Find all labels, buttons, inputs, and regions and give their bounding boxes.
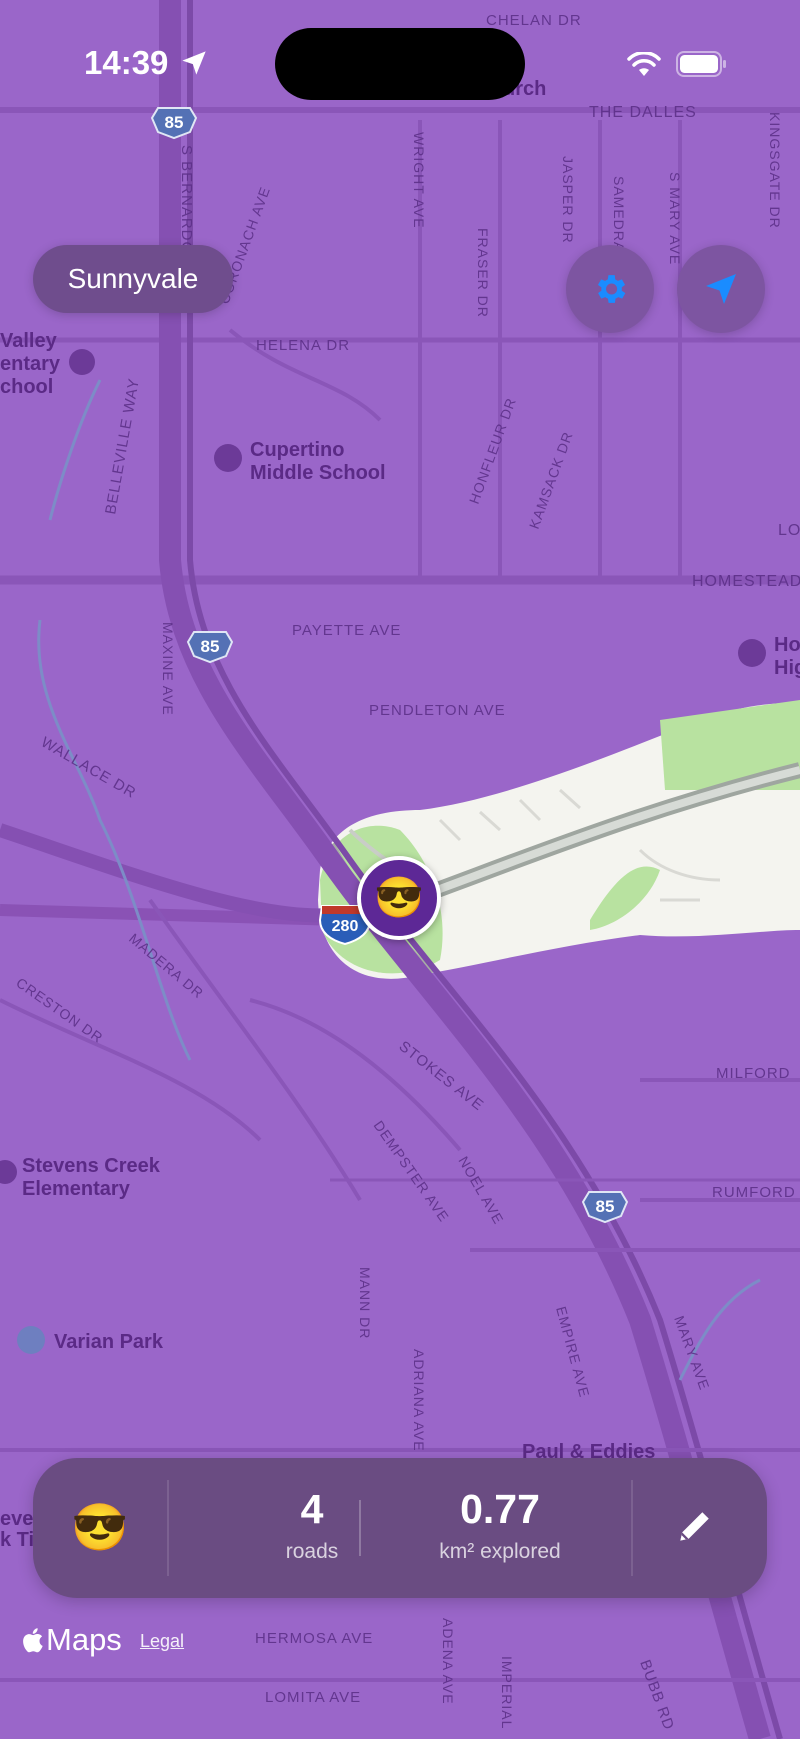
dynamic-island [275,28,525,100]
battery-icon [676,51,726,77]
svg-text:85: 85 [201,637,220,656]
status-time: 14:39 [84,44,169,81]
svg-text:85: 85 [596,1197,615,1216]
street-label: IMPERIAL [499,1656,515,1729]
street-label: THE DALLES [589,104,697,121]
location-arrow-icon [706,274,736,304]
divider [167,1480,169,1576]
location-arrow-icon [182,51,206,75]
street-label: WRIGHT AVE [411,132,427,229]
recenter-button[interactable] [677,245,765,333]
street-label: MANN DR [357,1267,373,1339]
street-label: PAYETTE AVE [292,622,401,639]
area-stat: 0.77 km² explored [397,1488,603,1564]
roads-count: 4 [300,1486,324,1532]
pencil-icon [680,1512,709,1541]
poi-label: k Ti [0,1529,34,1551]
divider [631,1480,633,1576]
poi-label: Ho [774,634,800,656]
street-label: JASPER DR [560,156,576,244]
apple-icon [23,1628,43,1653]
poi-label: eve [0,1508,33,1530]
gear-icon [597,275,626,303]
roads-label: roads [285,1540,339,1563]
street-label: ADENA AVE [440,1618,456,1705]
school-icon [214,444,242,472]
poi-label: chool [0,376,53,398]
poi-label: Elementary [22,1178,131,1200]
avatar-button[interactable]: 😎 [71,1502,128,1552]
settings-button[interactable] [566,245,654,333]
svg-text:85: 85 [165,113,184,132]
school-icon [69,349,95,375]
stats-panel: 😎 4 roads 0.77 km² explored [33,1458,767,1598]
maps-wordmark: Maps [46,1622,122,1657]
street-label: KINGSGATE DR [767,112,783,229]
street-label: CHELAN DR [486,12,582,29]
wifi-icon [627,52,661,76]
legal-link[interactable]: Legal [140,1631,184,1652]
poi-label: Varian Park [54,1331,164,1353]
street-label: MAXINE AVE [160,622,176,716]
street-label: FRASER DR [475,228,491,318]
poi-label: Stevens Creek [22,1155,161,1177]
poi-label: entary [0,353,61,375]
street-label: RUMFORD [712,1184,796,1201]
area-value: 0.77 [460,1486,540,1532]
poi-label: Cupertino [250,439,344,461]
street-label: PENDLETON AVE [369,702,506,719]
street-label: S MARY AVE [667,172,683,265]
park-icon [17,1326,45,1354]
street-label: LOMITA AVE [265,1689,361,1706]
city-name-button[interactable]: Sunnyvale [33,245,233,313]
poi-label: Hig [774,657,800,679]
school-icon [738,639,766,667]
avatar-emoji: 😎 [374,876,424,920]
roads-stat: 4 roads [229,1488,395,1564]
street-label: ADRIANA AVE [411,1349,427,1452]
street-label: MILFORD [716,1065,791,1082]
poi-label: Valley [0,330,58,352]
poi-label: Middle School [250,462,386,484]
street-label: HELENA DR [256,337,350,354]
svg-text:280: 280 [332,918,359,935]
divider [359,1500,361,1556]
area-label: km² explored [439,1540,561,1563]
player-marker[interactable]: 😎 [357,856,441,940]
apple-maps-logo: Maps [20,1622,122,1658]
edit-button[interactable] [673,1504,721,1552]
street-label: SAMEDRA [611,176,627,252]
street-label: HERMOSA AVE [255,1630,373,1647]
street-label: LO [778,522,800,539]
street-label: S BERNARDO [178,145,195,254]
street-label: HOMESTEAD [692,573,800,590]
